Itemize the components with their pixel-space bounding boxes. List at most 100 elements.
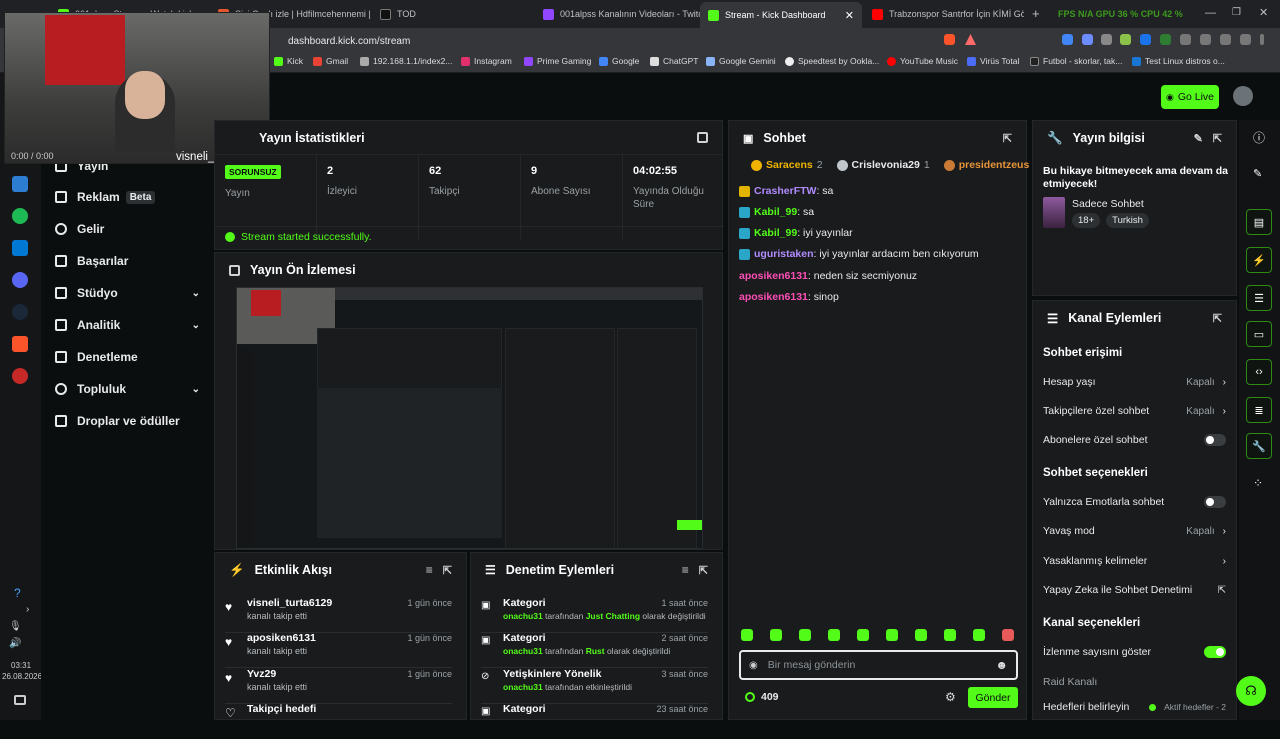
window-close-icon[interactable]: ✕ (1259, 6, 1268, 19)
notifications-icon[interactable] (14, 695, 26, 705)
bookmark-google[interactable]: Google (599, 56, 639, 66)
emote-icon[interactable] (1002, 629, 1014, 641)
bookmark-speedtest[interactable]: Speedtest by Ookla... (785, 56, 879, 66)
sidebar-icon[interactable] (1180, 34, 1191, 45)
emote-icon[interactable] (944, 629, 956, 641)
stats-widget-icon[interactable]: ▤ (1246, 209, 1272, 235)
chat-username[interactable]: uguristaken (754, 248, 814, 260)
outlook-icon[interactable] (12, 240, 28, 256)
steam-icon[interactable] (12, 304, 28, 320)
send-button[interactable]: Gönder (968, 687, 1018, 708)
option-goals[interactable]: Hedefleri belirleyin Aktif hedefler - 2 (1043, 700, 1226, 714)
toggle-emote-only[interactable] (1204, 496, 1226, 508)
emote-icon[interactable] (741, 629, 753, 641)
translate-icon[interactable] (1062, 34, 1073, 45)
filter-icon[interactable]: ≡ (426, 563, 433, 577)
list-widget-icon[interactable]: ☰ (1246, 285, 1272, 311)
bookmark-youtube-music[interactable]: YouTube Music (887, 56, 958, 66)
popout-icon[interactable]: ⇱ (1213, 312, 1222, 325)
sidebar-item-topluluk[interactable]: Topluluk ⌄ (55, 382, 200, 396)
wrench-widget-icon[interactable]: 🔧 (1246, 433, 1272, 459)
tab-tod[interactable]: TOD (372, 4, 532, 24)
category-name[interactable]: Sadece Sohbet (1072, 198, 1144, 210)
chat-username[interactable]: CrasherFTW (754, 185, 816, 197)
bookmark-virustotal[interactable]: Virüs Total (967, 56, 1019, 66)
edit-icon[interactable]: ✎ (1194, 132, 1203, 145)
option-yasakli-kelimeler[interactable]: Yasaklanmış kelimeler › (1043, 551, 1226, 571)
bookmark-instagram[interactable]: Instagram (461, 56, 512, 66)
popout-icon[interactable] (697, 132, 708, 143)
bookmark-gemini[interactable]: Google Gemini (706, 56, 776, 66)
spotify-icon[interactable] (12, 208, 28, 224)
emote-icon[interactable] (770, 629, 782, 641)
help-icon[interactable]: ? (14, 586, 21, 600)
new-tab-icon[interactable]: + (1032, 6, 1040, 21)
bookmark-chatgpt[interactable]: ChatGPT (650, 56, 698, 66)
emote-icon[interactable] (973, 629, 985, 641)
popout-icon[interactable]: ⇱ (699, 564, 708, 577)
chat-input[interactable]: ◉ Bir mesaj gönderin ☻ (739, 650, 1018, 680)
minimize-icon[interactable]: — (1205, 7, 1216, 19)
bookmark-futbol[interactable]: Futbol - skorlar, tak... (1030, 56, 1122, 66)
popout-icon[interactable]: ⇱ (1213, 132, 1222, 145)
settings-icon[interactable]: ⚙ (945, 690, 956, 704)
code-widget-icon[interactable]: ‹› (1246, 359, 1272, 385)
avatar[interactable] (1233, 86, 1253, 106)
volume-icon[interactable]: 🔊 (9, 638, 21, 649)
sidebar-item-denetleme[interactable]: Denetleme (55, 350, 200, 364)
sidebar-item-analitik[interactable]: Analitik ⌄ (55, 318, 200, 332)
tab-kick-dashboard[interactable]: Stream - Kick Dashboard ✕ (700, 2, 862, 28)
emote-icon[interactable] (857, 629, 869, 641)
app-icon[interactable] (12, 176, 28, 192)
brave-icon[interactable] (12, 336, 28, 352)
sidebar-item-basarilar[interactable]: Başarılar (55, 254, 200, 268)
option-takipci-sohbet[interactable]: Takipçilere özel sohbet Kapalı › (1043, 401, 1226, 421)
more-icon[interactable]: ⁘ (1253, 476, 1263, 490)
emoji-icon[interactable]: ☻ (995, 658, 1008, 672)
go-live-button[interactable]: ◉ Go Live (1161, 85, 1219, 109)
tab-twitch[interactable]: 001alpss Kanalının Videoları - Twitch (535, 4, 700, 24)
wallet-icon[interactable] (1200, 34, 1211, 45)
profile-icon[interactable] (1240, 34, 1251, 45)
option-raid[interactable]: Raid Kanalı (1043, 672, 1226, 692)
chat-username[interactable]: Kabil_99 (754, 206, 797, 218)
vpn-icon[interactable] (1220, 34, 1231, 45)
support-chat-icon[interactable]: ☊ (1236, 676, 1266, 706)
bookmark-linux[interactable]: Test Linux distros o... (1132, 56, 1225, 66)
edit-icon[interactable]: ✎ (1253, 167, 1262, 180)
tag[interactable]: 18+ (1072, 213, 1101, 228)
option-yavas-mod[interactable]: Yavaş mod Kapalı › (1043, 521, 1226, 541)
extension-icon[interactable] (1160, 34, 1171, 45)
chat-username[interactable]: aposiken6131 (739, 270, 808, 282)
sidebar-item-studyo[interactable]: Stüdyo ⌄ (55, 286, 200, 300)
channel-points[interactable]: 409 (745, 691, 779, 703)
extension-icon[interactable] (1082, 34, 1093, 45)
option-hesap-yasi[interactable]: Hesap yaşı Kapalı › (1043, 372, 1226, 392)
chat-username[interactable]: Kabil_99 (754, 227, 797, 239)
filter-icon[interactable]: ≡ (682, 563, 689, 577)
bookmark-gmail[interactable]: Gmail (313, 56, 348, 66)
toggle-abone-sohbet[interactable] (1204, 434, 1226, 446)
microphone-icon[interactable]: 🎙 (9, 621, 22, 632)
sidebar-item-reklam[interactable]: Reklam Beta (55, 190, 200, 204)
shield-icon[interactable] (1101, 34, 1112, 45)
bookmark-prime-gaming[interactable]: Prime Gaming (524, 56, 591, 66)
bolt-widget-icon[interactable]: ⚡ (1246, 247, 1272, 273)
extension-icon[interactable] (1120, 34, 1131, 45)
popout-icon[interactable]: ⇱ (1003, 132, 1012, 145)
emote-icon[interactable] (915, 629, 927, 641)
bookmark-router[interactable]: 192.168.1.1/index2... (360, 56, 452, 66)
option-ai-moderation[interactable]: Yapay Zeka ile Sohbet Denetimi ⇱ (1043, 580, 1226, 600)
sidebar-item-gelir[interactable]: Gelir (55, 222, 200, 236)
chevron-right-icon[interactable]: › (26, 604, 29, 615)
tab-trabzonspor[interactable]: Trabzonspor Santrfor İçin KİMİ Göndi... (864, 4, 1024, 24)
menu-icon[interactable] (1260, 34, 1264, 45)
bookmark-kick[interactable]: Kick (274, 56, 303, 66)
app-icon[interactable] (12, 368, 28, 384)
sidebar-item-droplar[interactable]: Droplar ve ödüller (55, 414, 200, 428)
emote-icon[interactable] (886, 629, 898, 641)
discord-icon[interactable] (12, 272, 28, 288)
close-icon[interactable]: ✕ (845, 9, 854, 22)
chat-widget-icon[interactable]: ▭ (1246, 321, 1272, 347)
maximize-icon[interactable]: ❐ (1232, 7, 1241, 18)
